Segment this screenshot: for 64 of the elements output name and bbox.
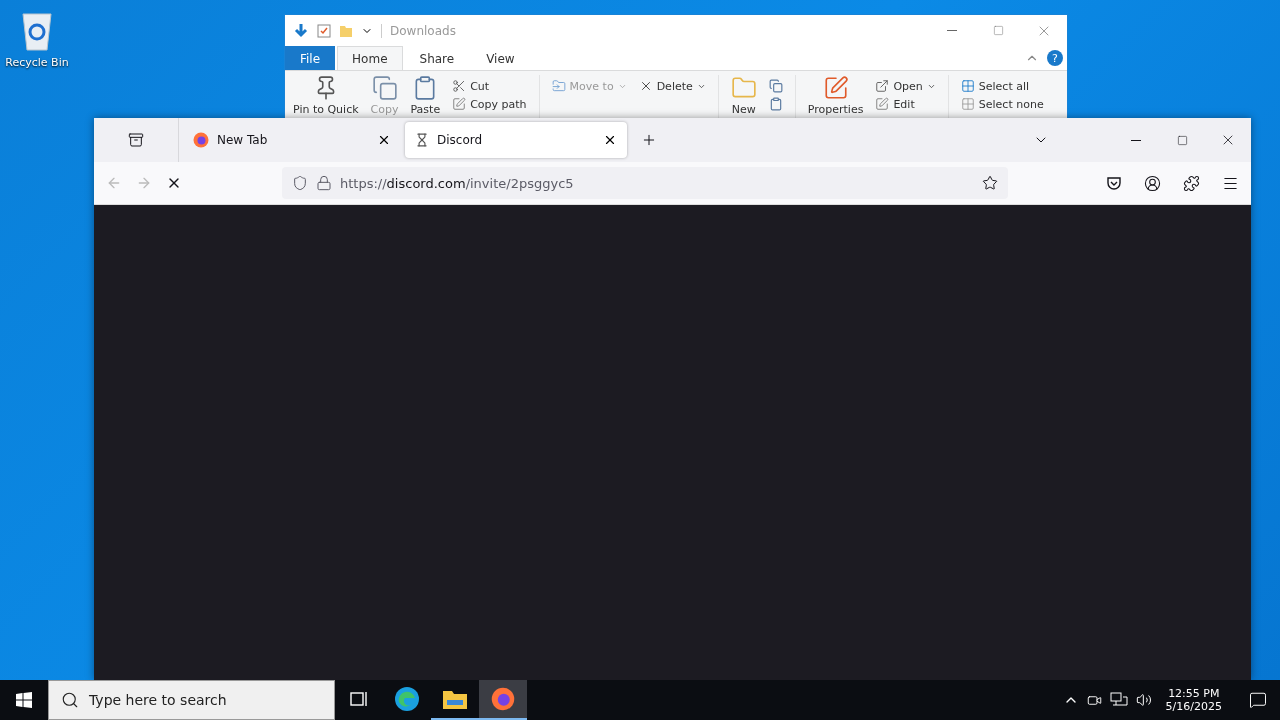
url-text: https://discord.com/invite/2psggyc5 <box>340 175 575 191</box>
archive-icon <box>128 132 144 148</box>
download-icon <box>293 22 309 39</box>
folder-icon <box>339 23 353 38</box>
folder-arrow-icon <box>551 79 566 93</box>
properties-icon <box>317 23 331 38</box>
browser-tab[interactable]: New Tab <box>183 122 401 158</box>
copy-icon <box>371 75 398 101</box>
edge-icon <box>394 686 420 712</box>
ribbon-tab[interactable]: Home <box>337 46 403 70</box>
ribbon-button[interactable]: Select all <box>960 79 1044 93</box>
desktop-icon-label: Recycle Bin <box>5 56 69 69</box>
browser-tab[interactable]: Discord <box>405 122 627 158</box>
puzzle-icon <box>1183 174 1200 192</box>
firefox-icon <box>193 132 209 148</box>
square-icon <box>1176 134 1188 146</box>
grid-icon <box>960 97 975 111</box>
open-icon <box>875 79 890 93</box>
windows-logo-icon <box>16 692 32 708</box>
address-bar[interactable]: https://discord.com/invite/2psggyc5 <box>282 167 1008 199</box>
close-tab-icon[interactable] <box>377 133 391 147</box>
folder-icon <box>442 688 468 710</box>
hourglass-icon <box>415 133 429 147</box>
copy-icon[interactable] <box>768 79 783 93</box>
desktop-icon[interactable]: Recycle Bin <box>4 8 70 69</box>
pocket-icon <box>1106 175 1122 191</box>
lock-icon <box>316 175 332 191</box>
properties-icon <box>822 75 849 101</box>
ribbon-button[interactable]: Pin to Quick <box>289 75 363 116</box>
search-icon <box>61 691 79 709</box>
volume-icon[interactable] <box>1135 692 1152 708</box>
network-icon[interactable] <box>1109 692 1128 708</box>
clock[interactable]: 12:55 PM 5/16/2025 <box>1159 687 1228 713</box>
square-icon <box>992 25 1004 36</box>
help-button[interactable]: ? <box>1047 50 1063 66</box>
ribbon-button[interactable]: Paste <box>406 75 445 116</box>
minus-icon <box>947 30 957 31</box>
task-view-icon <box>349 690 369 708</box>
window-title: Downloads <box>381 23 456 38</box>
ribbon-button[interactable]: Select none <box>960 97 1044 111</box>
taskbar-app-button[interactable] <box>479 680 527 720</box>
ribbon-button[interactable]: Open <box>875 79 936 93</box>
speech-bubble-icon <box>1249 691 1267 709</box>
ribbon-button[interactable]: Copy path <box>452 97 527 111</box>
ribbon-tab[interactable]: File <box>285 46 336 70</box>
user-icon <box>1144 174 1161 192</box>
grid-icon <box>960 79 975 93</box>
minus-icon <box>1131 139 1141 141</box>
ribbon-button[interactable]: Delete <box>638 79 706 93</box>
taskbar-search-field[interactable]: Type here to search <box>48 680 335 720</box>
edit-icon <box>875 97 890 111</box>
clipboard-icon[interactable] <box>768 97 783 111</box>
plus-icon <box>641 132 657 148</box>
ribbon-button[interactable]: New <box>726 75 761 116</box>
close-tab-icon[interactable] <box>603 133 617 147</box>
scissors-icon <box>452 79 467 93</box>
arrow-left-icon <box>106 175 122 191</box>
firefox-icon <box>491 687 515 711</box>
shield-icon <box>292 175 308 191</box>
arrow-right-icon <box>136 175 152 191</box>
ribbon-button[interactable]: Cut <box>452 79 527 93</box>
bookmark-star-icon[interactable] <box>982 175 998 191</box>
ribbon-button[interactable]: Edit <box>875 97 936 111</box>
ribbon-button[interactable]: Properties <box>803 75 868 116</box>
